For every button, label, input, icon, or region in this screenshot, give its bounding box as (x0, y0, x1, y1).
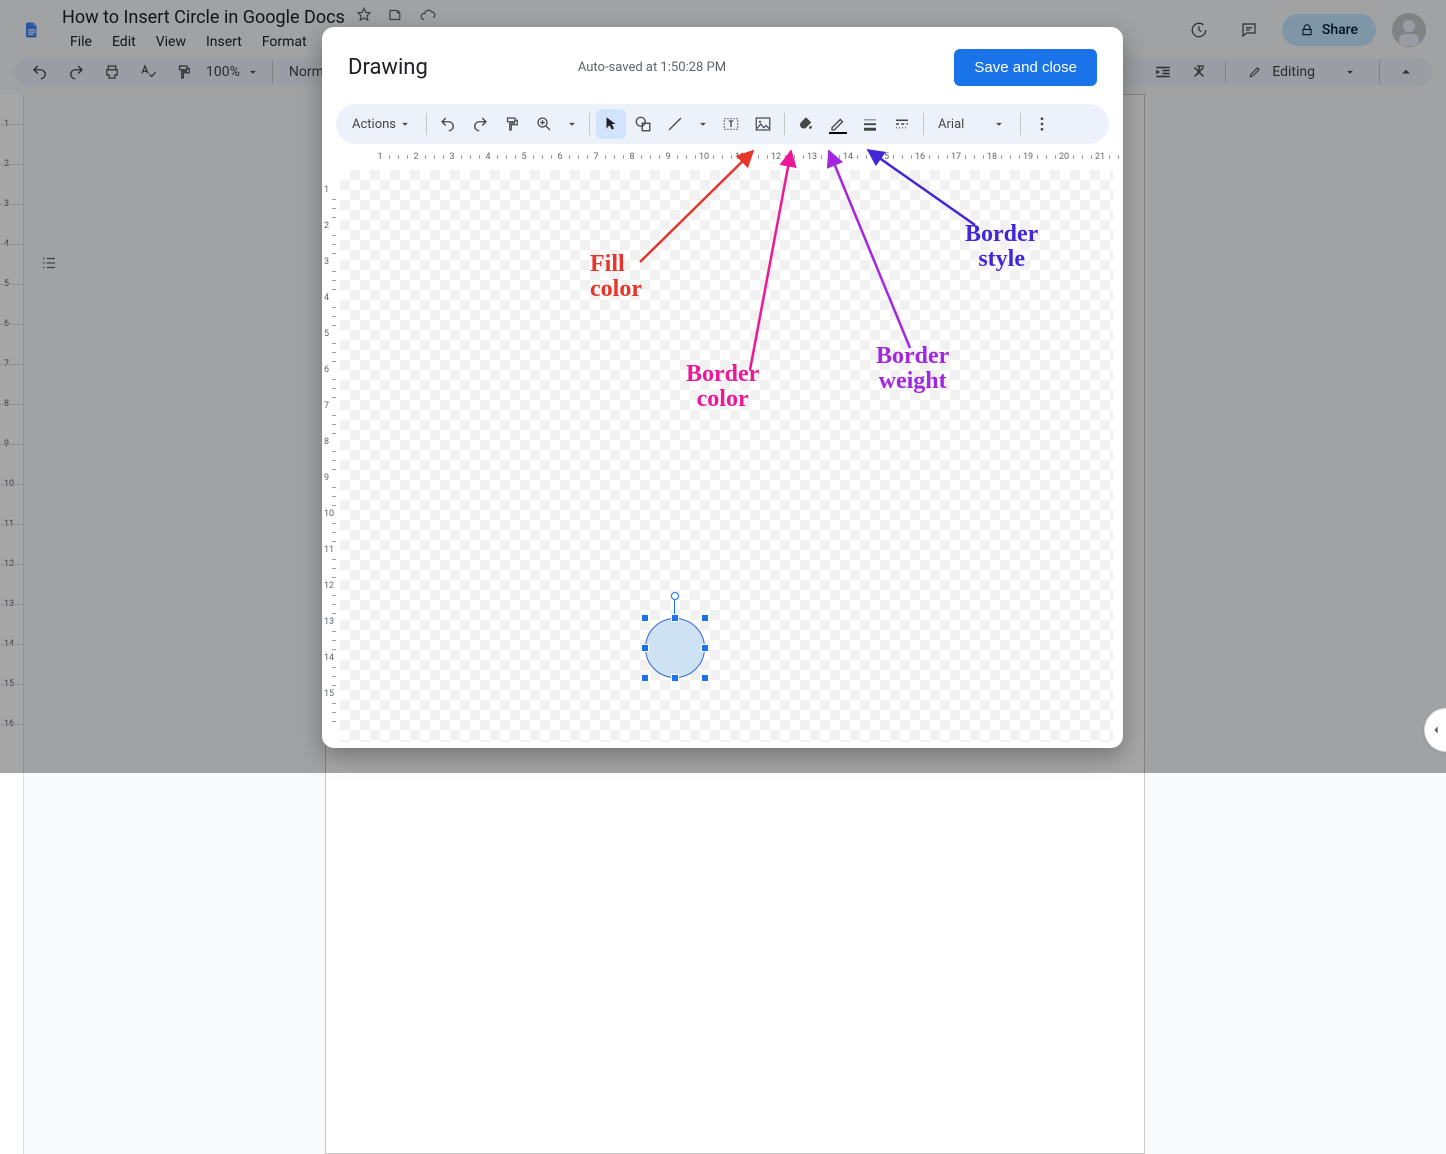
drawing-horizontal-ruler: 123456789101112131415161718192021 (340, 152, 1113, 170)
select-tool-icon[interactable] (596, 109, 626, 139)
font-family-select[interactable]: Arial (930, 117, 1014, 132)
separator (923, 113, 924, 135)
shape-tool-icon[interactable] (628, 109, 658, 139)
circle-shape[interactable] (645, 618, 705, 678)
text-box-tool-icon[interactable] (716, 109, 746, 139)
paint-format-icon[interactable] (497, 109, 527, 139)
border-dash-icon[interactable] (887, 109, 917, 139)
separator (426, 113, 427, 135)
selection-handle-s[interactable] (671, 674, 679, 682)
separator (784, 113, 785, 135)
autosave-status: Auto-saved at 1:50:28 PM (578, 60, 726, 75)
rotate-handle[interactable] (671, 592, 679, 600)
actions-menu[interactable]: Actions (344, 109, 420, 139)
actions-label: Actions (352, 117, 396, 132)
border-weight-icon[interactable] (855, 109, 885, 139)
separator (1020, 113, 1021, 135)
selection-handle-nw[interactable] (641, 614, 649, 622)
undo-icon[interactable] (433, 109, 463, 139)
annotation-fill-color: Fill color (590, 252, 642, 302)
dialog-title: Drawing (348, 55, 428, 80)
drawing-toolbar: Actions Arial (336, 104, 1109, 144)
selection-handle-n[interactable] (671, 614, 679, 622)
annotation-border-style: Border style (965, 222, 1038, 272)
redo-icon[interactable] (465, 109, 495, 139)
selection-handle-sw[interactable] (641, 674, 649, 682)
border-color-icon[interactable] (823, 109, 853, 139)
fill-color-icon[interactable] (791, 109, 821, 139)
save-and-close-button[interactable]: Save and close (954, 49, 1097, 86)
annotation-border-color: Border color (686, 362, 759, 412)
image-tool-icon[interactable] (748, 109, 778, 139)
separator (589, 113, 590, 135)
more-options-icon[interactable] (1027, 109, 1057, 139)
selection-handle-w[interactable] (641, 644, 649, 652)
font-family-label: Arial (938, 117, 964, 132)
drawing-vertical-ruler: 123456789101112131415 (322, 170, 340, 742)
line-dropdown-icon[interactable] (692, 109, 714, 139)
annotation-border-weight: Border weight (876, 344, 949, 394)
zoom-dropdown-icon[interactable] (561, 109, 583, 139)
line-tool-icon[interactable] (660, 109, 690, 139)
selection-handle-ne[interactable] (701, 614, 709, 622)
zoom-tool-icon[interactable] (529, 109, 559, 139)
selection-handle-se[interactable] (701, 674, 709, 682)
border-color-swatch (829, 132, 847, 134)
selection-handle-e[interactable] (701, 644, 709, 652)
